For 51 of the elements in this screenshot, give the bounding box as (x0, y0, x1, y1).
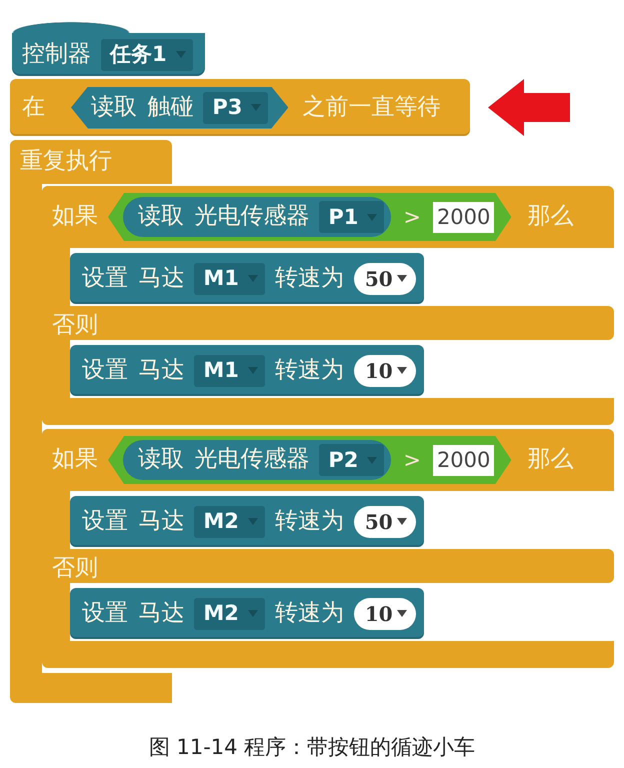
motor-dropdown[interactable]: M1 (194, 262, 265, 294)
caret-icon (367, 214, 378, 220)
port-dropdown[interactable]: P1 (319, 201, 384, 233)
motor-dropdown[interactable]: M1 (194, 354, 265, 386)
caret-icon (248, 610, 258, 617)
sensor-label: 读取 光电传感器 (138, 203, 310, 231)
speed-dropdown[interactable]: 10 (354, 598, 416, 630)
then-label: 那么 (527, 446, 574, 474)
speed-label: 转速为 (274, 600, 344, 628)
caret-icon (248, 367, 258, 374)
speed-label: 转速为 (274, 264, 344, 292)
arrow-icon (488, 79, 570, 136)
caret-icon (396, 367, 407, 374)
caret-icon (396, 610, 407, 617)
caret-icon (176, 51, 186, 58)
else-label: 否则 (52, 555, 98, 583)
motor-label: 设置 马达 (82, 264, 184, 292)
sensor-label: 读取 光电传感器 (138, 446, 310, 474)
wait-suffix-label: 之前一直等待 (302, 94, 440, 122)
motor-label: 设置 马达 (82, 600, 184, 628)
motor-label: 设置 马达 (82, 356, 184, 384)
motor-label: 设置 马达 (82, 508, 184, 536)
speed-dropdown[interactable]: 10 (354, 354, 416, 386)
number-field[interactable]: 2000 (432, 444, 494, 476)
controller-label: 控制器 (22, 40, 91, 68)
caret-icon (396, 518, 407, 525)
then-label: 那么 (527, 203, 574, 231)
caret-icon (367, 456, 378, 464)
if-label: 如果 (52, 203, 98, 231)
motor-dropdown[interactable]: M2 (194, 506, 265, 538)
operator-label: > (403, 206, 421, 228)
number-field[interactable]: 2000 (432, 202, 494, 232)
if-label: 如果 (52, 446, 98, 474)
speed-dropdown[interactable]: 50 (354, 262, 416, 294)
repeat-label: 重复执行 (20, 148, 112, 176)
port-dropdown[interactable]: P2 (319, 444, 384, 476)
else-label: 否则 (52, 312, 98, 340)
speed-label: 转速为 (274, 508, 344, 536)
operator-label: > (403, 450, 421, 470)
wait-label: 在 (22, 94, 45, 122)
sensor-label: 读取 触碰 (91, 94, 194, 122)
speed-label: 转速为 (274, 356, 344, 384)
caret-icon (248, 518, 258, 525)
port-dropdown[interactable]: P3 (203, 92, 268, 124)
caret-icon (396, 275, 407, 282)
speed-dropdown[interactable]: 50 (354, 506, 416, 538)
task-dropdown[interactable]: 任务1 (101, 38, 193, 70)
caret-icon (251, 104, 262, 111)
motor-dropdown[interactable]: M2 (194, 598, 265, 630)
caret-icon (248, 275, 258, 282)
figure-caption: 图 11-14 程序：带按钮的循迹小车 (148, 734, 476, 761)
